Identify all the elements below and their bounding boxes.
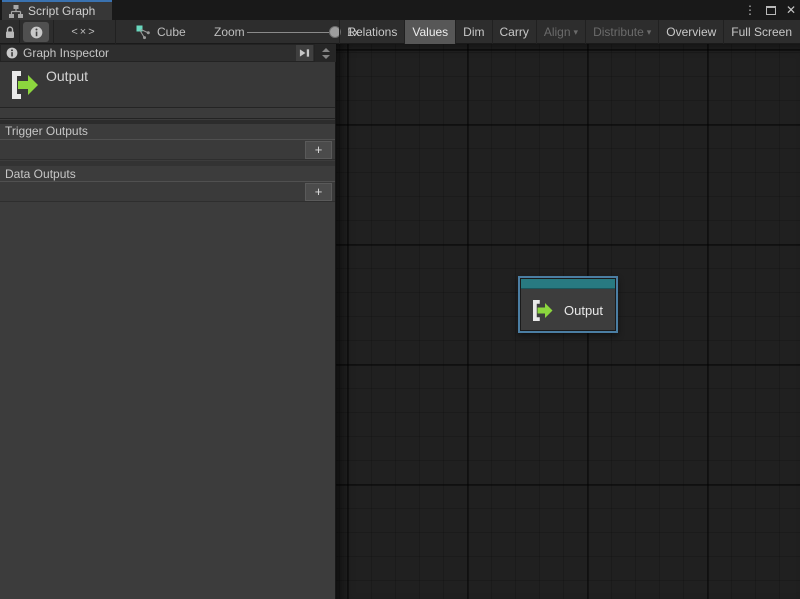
- section-gap: [0, 161, 335, 166]
- zoom-label: Zoom: [214, 20, 245, 44]
- chevron-down-icon: ▾: [647, 20, 652, 44]
- info-icon: [30, 26, 43, 39]
- graph-icon: [9, 5, 23, 18]
- add-data-output-button[interactable]: +: [305, 183, 332, 201]
- carry-button[interactable]: Carry: [492, 20, 536, 44]
- output-node-body: Output: [521, 290, 615, 330]
- full-screen-button[interactable]: Full Screen: [723, 20, 799, 44]
- toolbar: <×> Cube Zoom 1x Relations Values Dim: [0, 20, 800, 44]
- chevron-down-icon: ▾: [574, 20, 579, 44]
- window-controls: ⋮ ✕: [744, 0, 796, 20]
- code-preview-button[interactable]: <×>: [58, 20, 110, 44]
- lock-icon: [5, 26, 15, 39]
- trigger-outputs-list: +: [0, 139, 335, 160]
- toolbar-separator: [19, 20, 20, 44]
- panel-scrub-control[interactable]: [315, 44, 336, 62]
- output-node-label: Output: [564, 303, 603, 318]
- dock-panel-button[interactable]: [296, 45, 313, 61]
- window-menu-icon[interactable]: ⋮: [744, 0, 756, 20]
- graph-target-button[interactable]: Cube: [136, 20, 186, 44]
- values-button[interactable]: Values: [404, 20, 455, 44]
- close-icon[interactable]: ✕: [786, 0, 796, 20]
- node-graph-icon: [136, 25, 151, 40]
- plus-icon: +: [315, 184, 323, 199]
- titlebar: Script Graph ⋮ ✕: [0, 0, 800, 20]
- overview-button[interactable]: Overview: [658, 20, 723, 44]
- toolbar-separator: [115, 20, 116, 44]
- graph-target-label: Cube: [157, 25, 186, 39]
- toolbar-separator: [53, 20, 54, 44]
- zoom-slider-track[interactable]: [247, 32, 336, 33]
- align-dropdown: Align ▾: [536, 20, 585, 44]
- output-node[interactable]: Output: [518, 276, 618, 333]
- code-icon: <×>: [71, 26, 96, 38]
- script-graph-window: Script Graph ⋮ ✕ <×>: [0, 0, 800, 599]
- tab-script-graph[interactable]: Script Graph: [2, 0, 112, 20]
- plus-icon: +: [315, 142, 323, 157]
- arrow-down-icon: [322, 55, 330, 59]
- distribute-dropdown: Distribute ▾: [585, 20, 658, 44]
- graph-inspector-panel: Graph Inspector Output Trigger Outputs: [0, 44, 336, 599]
- section-divider: [0, 109, 335, 119]
- data-outputs-list: +: [0, 181, 335, 202]
- output-node-frame: Output: [520, 278, 616, 331]
- dim-button[interactable]: Dim: [455, 20, 491, 44]
- graph-inspector-title: Graph Inspector: [23, 46, 291, 60]
- lock-button[interactable]: [0, 20, 19, 44]
- add-trigger-output-button[interactable]: +: [305, 141, 332, 159]
- selected-unit-summary: Output: [0, 62, 335, 108]
- relations-button[interactable]: Relations: [339, 20, 404, 44]
- tab-label: Script Graph: [28, 4, 95, 18]
- output-unit-icon: [530, 297, 554, 324]
- arrow-up-icon: [322, 48, 330, 52]
- toolbar-button-group: Relations Values Dim Carry Align ▾ Distr…: [339, 20, 799, 44]
- trigger-outputs-label: Trigger Outputs: [5, 124, 88, 138]
- output-unit-icon: [8, 68, 40, 102]
- graph-canvas[interactable]: Output: [336, 44, 800, 599]
- inspector-toggle-button[interactable]: [23, 22, 49, 42]
- dock-right-icon: [299, 48, 310, 58]
- data-outputs-label: Data Outputs: [5, 167, 76, 181]
- info-icon: [6, 47, 18, 59]
- selected-unit-title: Output: [46, 68, 88, 84]
- graph-inspector-header: Graph Inspector: [0, 44, 315, 62]
- output-node-header: [521, 279, 615, 289]
- maximize-icon[interactable]: [766, 6, 776, 15]
